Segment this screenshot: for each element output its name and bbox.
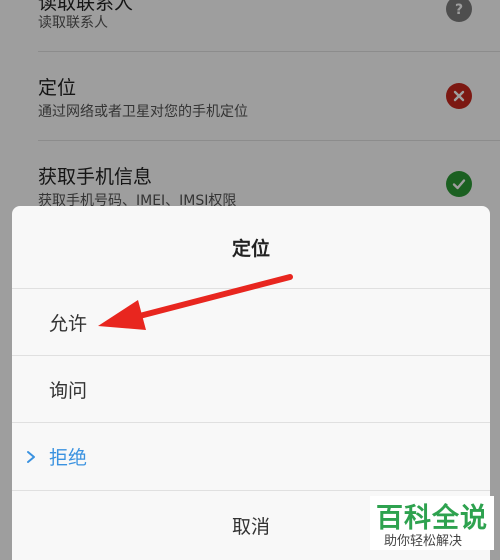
chevron-right-icon: [24, 449, 38, 463]
option-deny[interactable]: 拒绝: [12, 423, 490, 489]
option-label: 拒绝: [49, 446, 88, 469]
watermark-subtitle: 助你轻松解决: [384, 534, 463, 549]
option-label: 询问: [49, 379, 88, 402]
option-allow[interactable]: 允许: [12, 289, 490, 355]
watermark-logo: 百科全说 助你轻松解决: [370, 496, 494, 550]
option-ask[interactable]: 询问: [12, 356, 490, 422]
option-label: 允许: [49, 312, 88, 335]
dialog-title: 定位: [231, 237, 270, 260]
